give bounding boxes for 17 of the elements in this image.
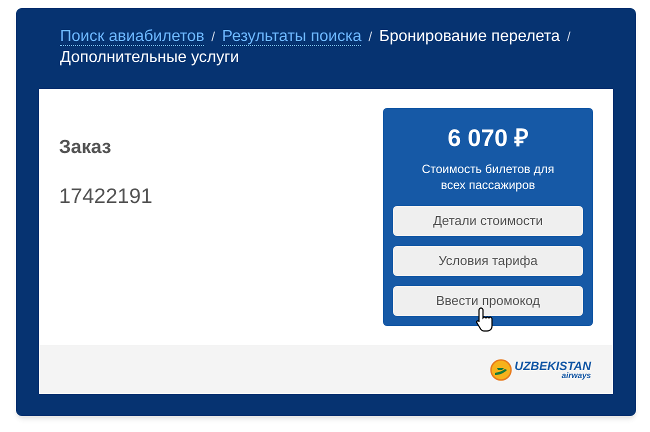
order-label: Заказ <box>59 136 112 160</box>
breadcrumb-link[interactable]: Результаты поиска <box>222 28 362 46</box>
logo-subtitle: airways <box>562 372 591 380</box>
price-button[interactable]: Условия тарифа <box>393 246 583 276</box>
price-button[interactable]: Ввести промокод <box>393 286 583 316</box>
price-button[interactable]: Детали стоимости <box>393 206 583 236</box>
logo-name: UZBEKISTAN <box>514 360 591 372</box>
breadcrumb-link[interactable]: Поиск авиабилетов <box>60 28 204 46</box>
hand-cursor-icon <box>475 306 495 332</box>
order-number: 17422191 <box>59 184 152 210</box>
price: 6 070 ₽ <box>448 124 528 154</box>
breadcrumb-separator: / <box>368 29 372 44</box>
breadcrumb-separator: / <box>566 29 570 44</box>
breadcrumb-current: Дополнительные услуги <box>60 49 240 66</box>
breadcrumb-separator: / <box>211 29 215 44</box>
price-caption: Стоимость билетов для всех пассажиров <box>420 161 556 193</box>
breadcrumb-current: Бронирование перелета <box>379 28 560 45</box>
